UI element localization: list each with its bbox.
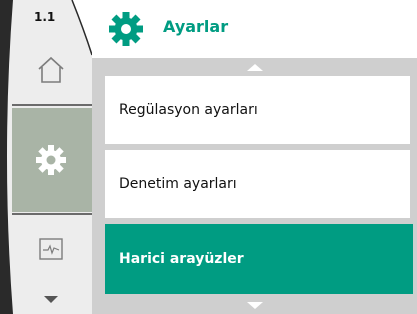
gear-icon	[36, 145, 66, 175]
page-number: 1.1	[34, 10, 56, 24]
menu-item-control-settings[interactable]: Denetim ayarları	[105, 150, 410, 218]
scroll-down-icon[interactable]	[246, 302, 263, 310]
page-title: Ayarlar	[163, 17, 229, 36]
nav-home-button[interactable]	[12, 40, 90, 100]
diagnostics-icon	[39, 238, 63, 260]
home-icon	[38, 56, 64, 83]
page-header: Ayarlar	[92, 0, 417, 58]
menu-item-regulation-settings[interactable]: Regülasyon ayarları	[105, 76, 410, 144]
menu-panel: Regülasyon ayarları Denetim ayarları Har…	[92, 58, 417, 314]
scroll-up-icon[interactable]	[246, 63, 263, 71]
gear-icon	[109, 12, 143, 46]
chevron-down-icon	[44, 296, 58, 303]
left-nav-rail: 1.1	[0, 0, 92, 314]
nav-diagnostics-button[interactable]	[12, 215, 90, 283]
nav-settings-button[interactable]	[12, 108, 90, 212]
menu-item-external-interfaces[interactable]: Harici arayüzler	[105, 224, 413, 294]
nav-scroll-down-button[interactable]	[12, 288, 90, 312]
